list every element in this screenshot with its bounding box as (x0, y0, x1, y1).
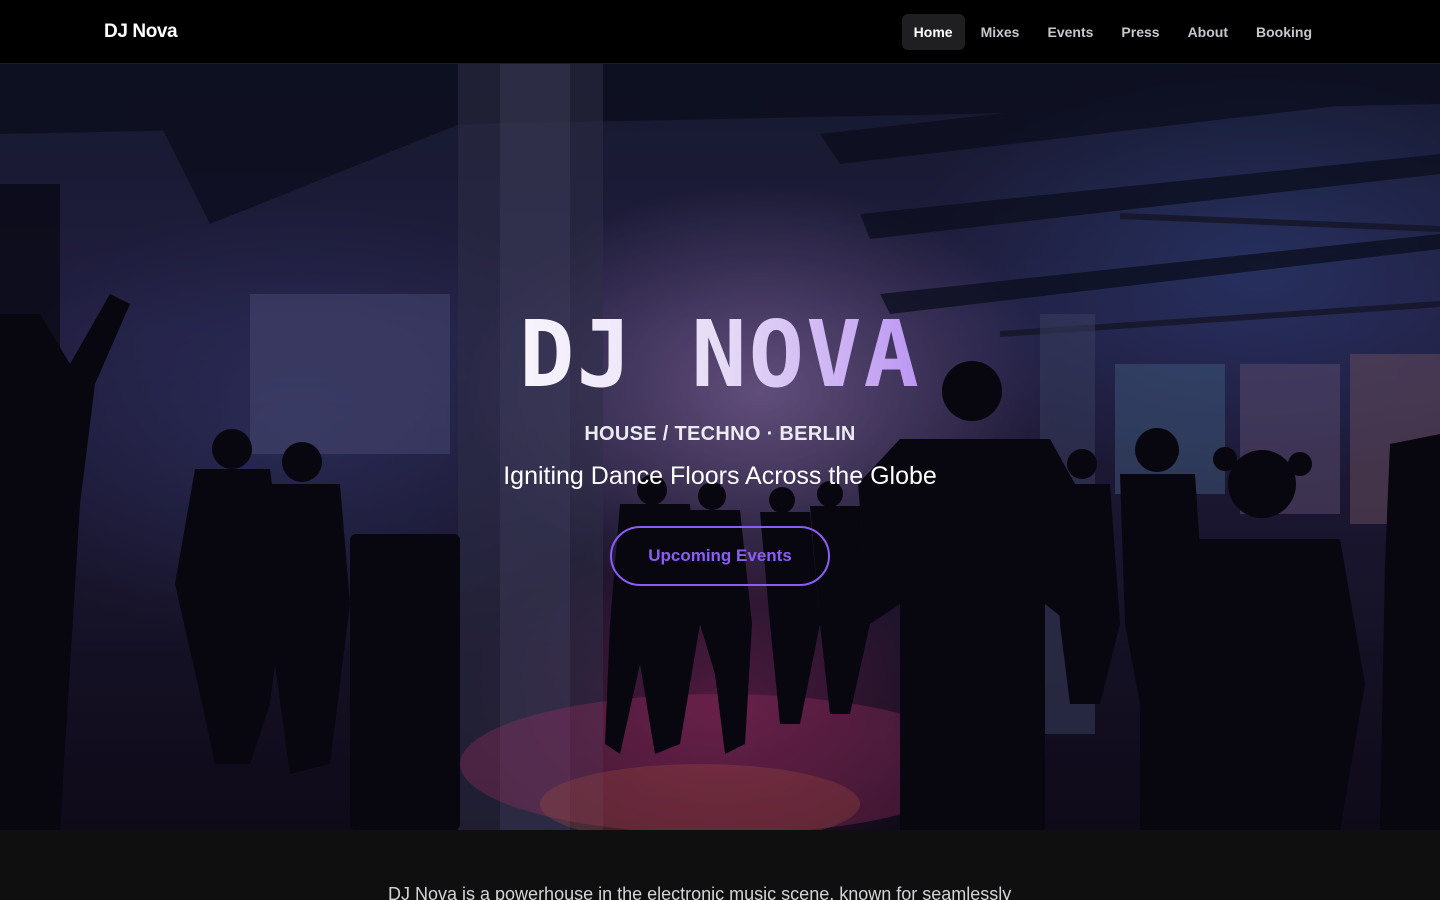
nav-link-mixes[interactable]: Mixes (969, 14, 1032, 50)
top-navbar: DJ Nova Home Mixes Events Press About Bo… (0, 0, 1440, 64)
nav-link-booking[interactable]: Booking (1244, 14, 1324, 50)
brand-logo-link[interactable]: DJ Nova (104, 21, 178, 43)
nav-link-home[interactable]: Home (901, 13, 965, 50)
nav-link-about[interactable]: About (1176, 14, 1240, 50)
nav-link-press[interactable]: Press (1109, 14, 1171, 50)
bio-text: DJ Nova is a powerhouse in the electroni… (388, 884, 1012, 900)
hero-section: DJ NOVA HOUSE / TECHNO · BERLIN Igniting… (0, 64, 1440, 830)
bio-section: DJ Nova is a powerhouse in the electroni… (0, 830, 1440, 900)
hero-content: DJ NOVA HOUSE / TECHNO · BERLIN Igniting… (0, 64, 1440, 830)
hero-title: DJ NOVA (0, 304, 1440, 405)
nav-link-events[interactable]: Events (1035, 14, 1105, 50)
upcoming-events-button[interactable]: Upcoming Events (610, 526, 830, 586)
hero-genres: HOUSE / TECHNO · BERLIN (584, 423, 856, 445)
nav-links: Home Mixes Events Press About Booking (901, 13, 1324, 50)
hero-tagline: Igniting Dance Floors Across the Globe (503, 462, 937, 490)
